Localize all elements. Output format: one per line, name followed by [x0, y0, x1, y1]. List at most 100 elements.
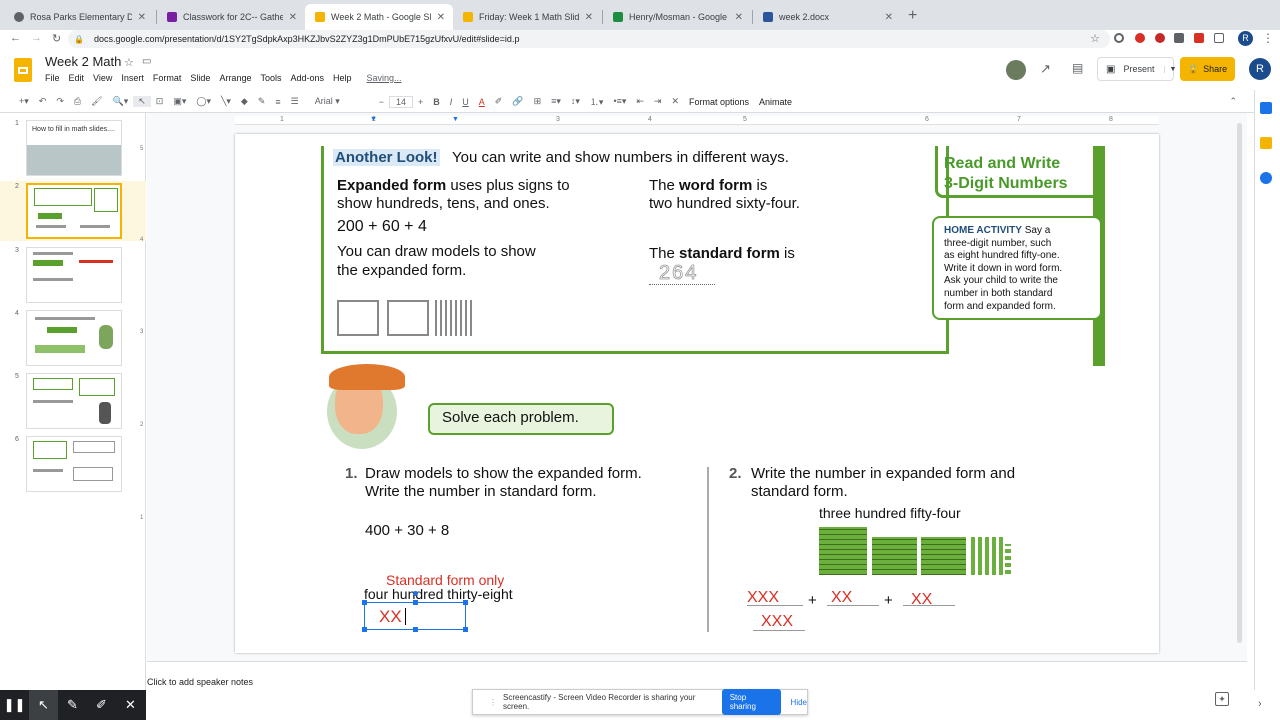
- avatar[interactable]: R: [1238, 31, 1253, 46]
- slide-thumbnail-5[interactable]: [26, 373, 122, 429]
- new-tab-plus-icon[interactable]: +: [908, 7, 917, 25]
- highlight-icon[interactable]: ✐: [490, 96, 508, 107]
- pen-tool-icon[interactable]: ✎: [58, 690, 87, 720]
- close-icon[interactable]: ✕: [289, 12, 297, 23]
- resize-handle[interactable]: [463, 600, 468, 605]
- line-icon[interactable]: ╲▾: [216, 96, 236, 107]
- font-select[interactable]: Arial ▾: [310, 96, 374, 107]
- menu-tools[interactable]: Tools: [260, 73, 281, 83]
- highlighter-icon[interactable]: ✐: [87, 690, 116, 720]
- decrease-font-icon[interactable]: −: [374, 97, 389, 107]
- close-icon[interactable]: ✕: [138, 12, 146, 23]
- shape-icon[interactable]: ◯▾: [191, 96, 216, 107]
- speaker-notes-placeholder[interactable]: Click to add speaker notes: [147, 677, 253, 687]
- clear-formatting-icon[interactable]: ✕: [666, 96, 684, 107]
- extension-icon[interactable]: [1135, 33, 1145, 43]
- chevron-right-icon[interactable]: ›: [1258, 698, 1262, 710]
- comments-icon[interactable]: ▤: [1072, 61, 1083, 75]
- resize-handle[interactable]: [463, 627, 468, 632]
- close-icon[interactable]: ✕: [735, 12, 743, 23]
- menu-file[interactable]: File: [45, 73, 60, 83]
- print-icon[interactable]: ⎙: [69, 96, 86, 107]
- reload-icon[interactable]: ↻: [52, 32, 61, 45]
- stop-sharing-button[interactable]: Stop sharing: [721, 689, 781, 715]
- resize-handle[interactable]: [362, 627, 367, 632]
- decrease-indent-icon[interactable]: ⇤: [631, 96, 649, 107]
- slide-thumbnail-1[interactable]: How to fill in math slides....: [26, 120, 122, 176]
- underline-icon[interactable]: U: [457, 97, 474, 107]
- extension-icon[interactable]: [1155, 33, 1165, 43]
- link-icon[interactable]: 🔗: [507, 96, 528, 107]
- present-button[interactable]: ▣ Present ▼: [1097, 57, 1176, 81]
- slide[interactable]: Another Look! You can write and show num…: [235, 134, 1159, 653]
- tab-week2-math[interactable]: Week 2 Math - Google Slides ✕: [305, 4, 453, 30]
- answer-text-box[interactable]: XX: [362, 591, 468, 632]
- indent-marker-icon[interactable]: ▼: [370, 116, 377, 123]
- chevron-down-icon[interactable]: ▼: [1164, 65, 1176, 73]
- tab-rosa-parks[interactable]: Rosa Parks Elementary Default ✕: [4, 4, 154, 30]
- menu-slide[interactable]: Slide: [190, 73, 210, 83]
- increase-font-icon[interactable]: +: [413, 97, 428, 107]
- user-avatar-photo[interactable]: [1006, 60, 1026, 80]
- rotate-handle[interactable]: [413, 591, 418, 596]
- animate-button[interactable]: Animate: [754, 97, 797, 107]
- border-color-icon[interactable]: ✎: [253, 96, 271, 107]
- menu-add-ons[interactable]: Add-ons: [290, 73, 324, 83]
- share-button[interactable]: 🔒 Share: [1180, 57, 1235, 81]
- extension-icon[interactable]: [1174, 33, 1184, 43]
- tab-google-drive[interactable]: Henry/Mosman - Google Drive ✕: [603, 4, 751, 30]
- italic-icon[interactable]: I: [445, 97, 458, 107]
- address-bar[interactable]: 🔒 docs.google.com/presentation/d/1SY2TgS…: [68, 30, 1110, 48]
- document-title[interactable]: Week 2 Math: [45, 54, 121, 69]
- expanded-ones-answer[interactable]: XX: [911, 591, 932, 609]
- answer-text[interactable]: XX: [379, 607, 402, 627]
- bookmark-star-icon[interactable]: ☆: [1090, 32, 1100, 45]
- fill-color-icon[interactable]: ◆: [236, 96, 253, 107]
- text-box-icon[interactable]: ⊡: [151, 96, 169, 107]
- text-color-icon[interactable]: A: [474, 97, 490, 107]
- close-icon[interactable]: ✕: [437, 12, 445, 23]
- forward-icon[interactable]: →: [31, 32, 42, 44]
- resize-handle[interactable]: [413, 600, 418, 605]
- star-icon[interactable]: ☆: [124, 56, 134, 69]
- border-weight-icon[interactable]: ≡: [270, 97, 285, 107]
- keep-icon[interactable]: [1260, 137, 1272, 149]
- image-icon[interactable]: ▣▾: [168, 96, 191, 107]
- slide-thumbnail-6[interactable]: [26, 436, 122, 492]
- back-icon[interactable]: ←: [10, 32, 21, 44]
- expanded-tens-answer[interactable]: XX: [831, 589, 852, 607]
- menu-format[interactable]: Format: [153, 73, 182, 83]
- extension-icon[interactable]: [1214, 33, 1224, 43]
- cursor-tool-icon[interactable]: ↖: [29, 690, 58, 720]
- select-cursor-icon[interactable]: ↖: [133, 96, 151, 107]
- scrollbar[interactable]: [1237, 123, 1242, 643]
- indent-marker-icon[interactable]: ▼: [452, 116, 459, 123]
- collapse-chevron-icon[interactable]: ⌃: [1224, 96, 1242, 107]
- extension-icon[interactable]: [1114, 33, 1124, 43]
- bold-icon[interactable]: B: [428, 97, 445, 107]
- menu-help[interactable]: Help: [333, 73, 352, 83]
- menu-arrange[interactable]: Arrange: [219, 73, 251, 83]
- tab-week2-docx[interactable]: week 2.docx ✕: [753, 4, 901, 30]
- close-icon[interactable]: ✕: [585, 12, 593, 23]
- slide-thumbnail-4[interactable]: [26, 310, 122, 366]
- move-folder-icon[interactable]: ▭: [142, 56, 151, 67]
- account-avatar[interactable]: R: [1249, 58, 1271, 80]
- paint-format-icon[interactable]: 🖌: [86, 96, 107, 107]
- slides-logo-icon[interactable]: [14, 58, 32, 82]
- bulleted-list-icon[interactable]: •≡▾: [608, 96, 631, 107]
- close-icon[interactable]: ✕: [116, 690, 145, 720]
- resize-handle[interactable]: [362, 600, 367, 605]
- format-options-button[interactable]: Format options: [684, 97, 754, 107]
- tab-classwork[interactable]: Classwork for 2C-- Gathering ✕: [157, 4, 305, 30]
- slide-thumbnail-3[interactable]: [26, 247, 122, 303]
- increase-indent-icon[interactable]: ⇥: [649, 96, 667, 107]
- screencastify-icon[interactable]: [1194, 33, 1204, 43]
- resize-handle[interactable]: [413, 627, 418, 632]
- menu-insert[interactable]: Insert: [121, 73, 144, 83]
- tasks-icon[interactable]: [1260, 172, 1272, 184]
- undo-icon[interactable]: ↶: [34, 96, 52, 107]
- slide-thumbnail-2[interactable]: [26, 183, 122, 239]
- pause-icon[interactable]: ❚❚: [0, 690, 29, 720]
- zoom-icon[interactable]: 🔍▾: [108, 96, 134, 107]
